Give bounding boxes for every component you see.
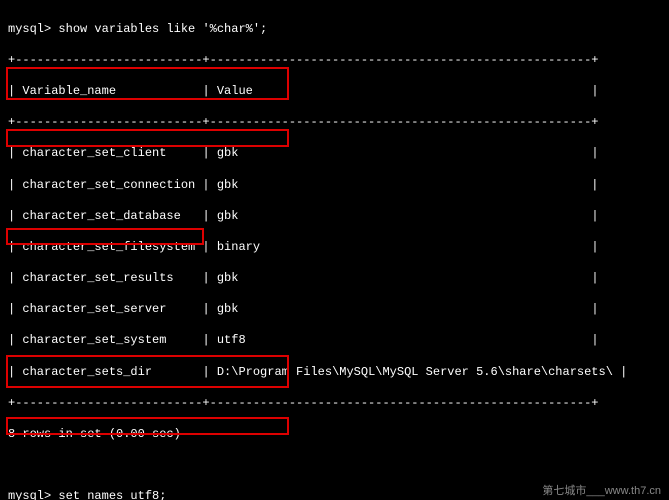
var: character_set_client	[22, 146, 166, 160]
cmd1: show variables like '%char%';	[58, 22, 267, 36]
var: character_set_connection	[22, 178, 195, 192]
watermark: 第七城市___www.th7.cn	[542, 484, 661, 498]
table-row: | character_set_filesystem | binary |	[8, 240, 661, 256]
table-row: | character_set_system | utf8 |	[8, 333, 661, 349]
val: binary	[217, 240, 260, 254]
rows-msg: 8 rows in set (0.00 sec)	[8, 427, 661, 443]
highlight-box	[6, 129, 289, 147]
var: character_set_filesystem	[22, 240, 195, 254]
sep: +--------------------------+------------…	[8, 115, 661, 131]
val: gbk	[217, 146, 239, 160]
table-header: | Variable_name | Value |	[8, 84, 661, 100]
table-row: | character_set_client | gbk |	[8, 146, 661, 162]
col1: Variable_name	[22, 84, 116, 98]
sep: +--------------------------+------------…	[8, 53, 661, 69]
val: gbk	[217, 178, 239, 192]
prompt: mysql>	[8, 22, 58, 36]
val: D:\Program Files\MySQL\MySQL Server 5.6\…	[217, 365, 613, 379]
val: gbk	[217, 209, 239, 223]
cmd2: set names utf8;	[58, 489, 166, 500]
var: character_set_database	[22, 209, 180, 223]
sep: +--------------------------+------------…	[8, 396, 661, 412]
val: utf8	[217, 333, 246, 347]
table-row: | character_set_server | gbk |	[8, 302, 661, 318]
terminal[interactable]: mysql> show variables like '%char%'; +--…	[0, 0, 669, 500]
var: character_set_system	[22, 333, 166, 347]
var: character_set_results	[22, 271, 173, 285]
table-row: | character_set_connection | gbk |	[8, 178, 661, 194]
prompt: mysql>	[8, 489, 58, 500]
val: gbk	[217, 271, 239, 285]
table-row: | character_set_database | gbk |	[8, 209, 661, 225]
table-row: | character_sets_dir | D:\Program Files\…	[8, 365, 661, 381]
var: character_set_server	[22, 302, 166, 316]
col2: Value	[217, 84, 253, 98]
blank	[8, 458, 661, 474]
table-row: | character_set_results | gbk |	[8, 271, 661, 287]
cmd-line-1: mysql> show variables like '%char%';	[8, 22, 661, 38]
var: character_sets_dir	[22, 365, 152, 379]
val: gbk	[217, 302, 239, 316]
